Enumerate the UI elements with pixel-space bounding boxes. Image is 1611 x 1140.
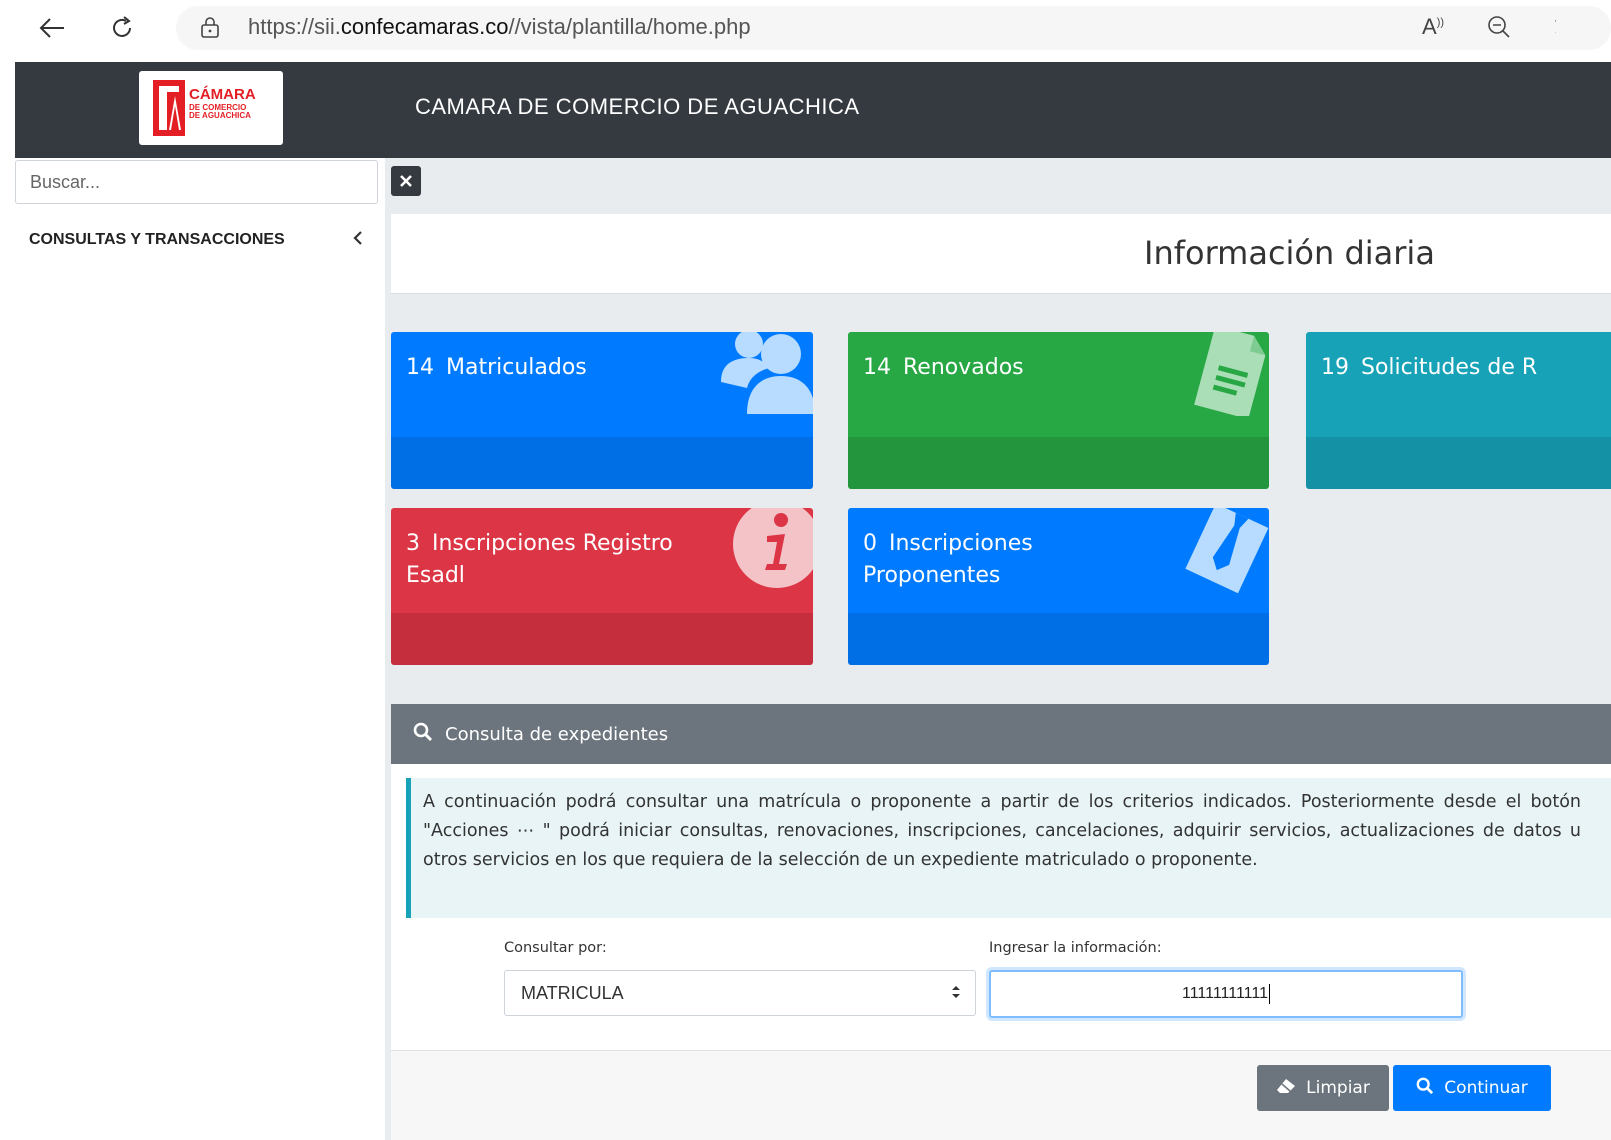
reload-icon[interactable] <box>104 10 140 46</box>
card-count: 3 <box>406 531 420 556</box>
card-inscripciones-esadl[interactable]: 3 Inscripciones Registro Esadl <box>391 508 813 665</box>
select-value: MATRICULA <box>521 982 624 1003</box>
panel-footer: Limpiar Continuar <box>391 1051 1611 1140</box>
main-content: Información diaria 14 Matriculados 14 Re… <box>385 158 1611 1140</box>
continue-button[interactable]: Continuar <box>1393 1065 1551 1111</box>
select-arrows-icon <box>951 983 961 1004</box>
favorites-icon[interactable] <box>1546 18 1556 38</box>
card-count: 14 <box>406 355 434 380</box>
card-footer[interactable] <box>391 437 813 489</box>
close-icon <box>400 175 412 187</box>
consulta-panel-body: A continuación podrá consultar una matrí… <box>391 764 1611 1140</box>
card-solicitudes[interactable]: 19 Solicitudes de R <box>1306 332 1611 489</box>
card-label: Solicitudes de R <box>1361 355 1538 380</box>
card-label: Renovados <box>903 355 1024 380</box>
app-header: CÁMARA DE COMERCIO DE AGUACHICA CAMARA D… <box>15 62 1611 158</box>
lock-icon[interactable] <box>200 16 220 42</box>
browser-toolbar: https://sii.confecamaras.co//vista/plant… <box>0 0 1611 58</box>
card-matriculados[interactable]: 14 Matriculados <box>391 332 813 489</box>
document-icon <box>1182 332 1269 420</box>
input-value: 11111111111 <box>1181 985 1268 1002</box>
sidebar-item-label: CONSULTAS Y TRANSACCIONES <box>29 231 285 248</box>
info-icon <box>729 508 813 596</box>
tie-icon <box>1180 508 1269 598</box>
card-label: Inscripciones <box>889 531 1033 556</box>
search-input[interactable] <box>15 160 378 204</box>
clear-button-label: Limpiar <box>1306 1078 1370 1098</box>
consultar-por-select[interactable]: MATRICULA <box>504 970 976 1016</box>
card-text: 0 Inscripciones Proponentes <box>863 528 1033 592</box>
card-text: 3 Inscripciones Registro Esadl <box>406 528 673 592</box>
chevron-left-icon[interactable] <box>352 230 364 250</box>
card-footer[interactable] <box>848 437 1269 489</box>
card-text: 19 Solicitudes de R <box>1321 352 1537 384</box>
info-callout: A continuación podrá consultar una matrí… <box>406 778 1611 918</box>
sidebar: CONSULTAS Y TRANSACCIONES <box>15 158 385 1140</box>
consulta-panel-header: Consulta de expedientes <box>391 704 1611 764</box>
read-aloud-icon[interactable]: A)) <box>1422 14 1444 40</box>
card-inscripciones-proponentes[interactable]: 0 Inscripciones Proponentes <box>848 508 1269 665</box>
text-cursor <box>1269 984 1270 1004</box>
users-icon <box>719 332 813 422</box>
back-arrow-icon[interactable] <box>34 10 70 46</box>
zoom-out-icon[interactable] <box>1486 14 1512 44</box>
header-title: CAMARA DE COMERCIO DE AGUACHICA <box>415 94 860 119</box>
card-text: 14 Matriculados <box>406 352 587 384</box>
card-count: 14 <box>863 355 891 380</box>
url-text[interactable]: https://sii.confecamaras.co//vista/plant… <box>248 14 751 40</box>
card-label: Matriculados <box>446 355 587 380</box>
close-button[interactable] <box>391 166 421 196</box>
panel-title: Consulta de expedientes <box>445 723 669 745</box>
clear-button[interactable]: Limpiar <box>1257 1065 1389 1111</box>
card-label: Inscripciones Registro <box>432 531 673 556</box>
card-count: 19 <box>1321 355 1349 380</box>
continue-button-label: Continuar <box>1444 1078 1528 1098</box>
consultar-por-label: Consultar por: <box>504 940 607 956</box>
card-label-line2: Proponentes <box>863 563 1001 588</box>
eraser-icon <box>1276 1078 1296 1099</box>
ingresar-informacion-input[interactable]: 11111111111 <box>989 970 1463 1018</box>
card-footer[interactable] <box>1306 437 1611 489</box>
card-label-line2: Esadl <box>406 563 465 588</box>
logo[interactable]: CÁMARA DE COMERCIO DE AGUACHICA <box>139 71 283 145</box>
card-renovados[interactable]: 14 Renovados <box>848 332 1269 489</box>
card-footer[interactable] <box>391 613 813 665</box>
sidebar-item-consultas[interactable]: CONSULTAS Y TRANSACCIONES <box>15 220 378 260</box>
search-icon <box>413 722 433 746</box>
card-count: 0 <box>863 531 877 556</box>
ingresar-informacion-label: Ingresar la información: <box>989 940 1162 956</box>
page-title: Información diaria <box>1144 234 1435 272</box>
page-header: Información diaria <box>391 214 1611 294</box>
search-icon <box>1416 1077 1434 1100</box>
card-text: 14 Renovados <box>863 352 1024 384</box>
logo-title: CÁMARA <box>189 86 256 103</box>
logo-subtitle-2: DE AGUACHICA <box>189 111 251 120</box>
card-footer[interactable] <box>848 613 1269 665</box>
